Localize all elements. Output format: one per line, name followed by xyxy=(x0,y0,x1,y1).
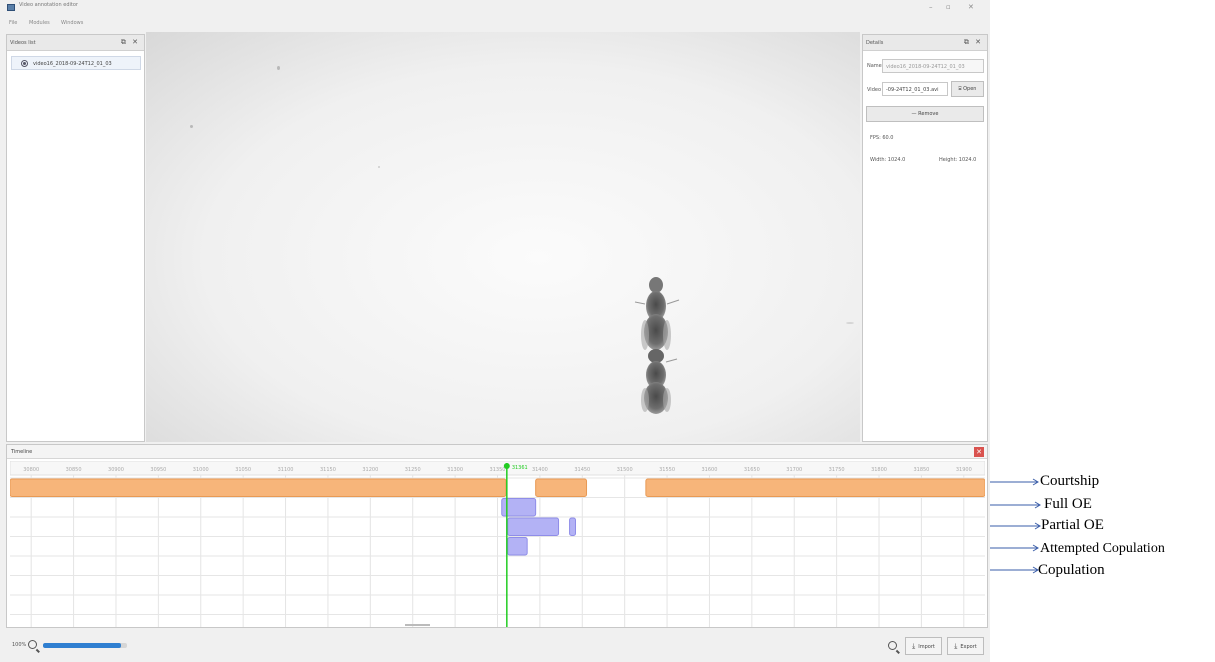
timeline-tick-label: 31500 xyxy=(617,467,633,473)
timeline-scroll-handle xyxy=(405,624,430,626)
zoom-slider-fill xyxy=(43,643,122,648)
timeline-panel: Timeline ✕ 30800 30850 30900 30950 31000 3105… xyxy=(6,444,988,628)
title-bar: Video annotation editor – ▫ ✕ xyxy=(0,0,990,15)
annotation-attempted-copulation: Attempted Copulation xyxy=(990,540,1215,560)
import-label: Import xyxy=(918,644,935,650)
width-value: Width: 1024.0 xyxy=(870,157,906,163)
remove-button[interactable]: — Remove xyxy=(866,106,984,122)
annotation-label: Partial OE xyxy=(1041,517,1104,533)
video-item-label: video16_2018-09-24T12_01_03 xyxy=(33,61,112,67)
timeline-tick-label: 31750 xyxy=(829,467,845,473)
timeline-tick-label: 31400 xyxy=(532,467,548,473)
timeline-canvas[interactable]: 30800 30850 30900 30950 31000 31050 31100 31150… xyxy=(9,460,986,627)
video-label: Video xyxy=(867,87,882,93)
timeline-tick-label: 30950 xyxy=(150,467,166,473)
import-button[interactable]: ⤓ Import xyxy=(905,637,942,655)
timeline-event-courtship xyxy=(645,478,986,497)
timeline-tick-label: 31800 xyxy=(871,467,887,473)
timeline-tick-label: 30800 xyxy=(23,467,39,473)
timeline-tick-label: 31300 xyxy=(447,467,463,473)
app-icon xyxy=(7,4,15,11)
export-label: Export xyxy=(960,644,977,650)
app-window: Video annotation editor – ▫ ✕ File Modul… xyxy=(0,0,990,662)
timeline-tick-label: 31250 xyxy=(405,467,421,473)
details-header: Details ⧉ ✕ xyxy=(863,35,987,51)
videos-list-panel: Videos list ⧉ ✕ video16_2018-09-24T12_01… xyxy=(6,34,145,442)
timeline-tick-label: 31200 xyxy=(362,467,378,473)
timeline-event-courtship xyxy=(535,478,588,497)
zoom-level: 100% xyxy=(12,642,27,648)
maximize-icon[interactable]: ▫ xyxy=(946,4,951,11)
timeline-tick-label: 30900 xyxy=(108,467,124,473)
timeline-current-frame: 31361 xyxy=(512,465,528,471)
timeline-tick-label: 31350 xyxy=(490,467,506,473)
search-icon[interactable] xyxy=(888,641,897,650)
annotation-label: Copulation xyxy=(1038,562,1105,578)
details-title: Details xyxy=(866,40,884,46)
export-icon: ⤓ xyxy=(954,642,958,650)
videos-list-title: Videos list xyxy=(10,40,36,46)
zoom-icon[interactable] xyxy=(28,640,37,649)
annotation-copulation: Copulation xyxy=(990,562,1215,582)
videos-list-header: Videos list ⧉ ✕ xyxy=(7,35,144,51)
timeline-tick-label: 30850 xyxy=(66,467,82,473)
timeline-body[interactable]: 30800 30850 30900 30950 31000 31050 31100 31150… xyxy=(9,460,986,627)
timeline-event-partial-oe xyxy=(569,517,577,536)
close-icon[interactable]: ✕ xyxy=(968,4,974,11)
zoom-slider[interactable] xyxy=(43,643,127,648)
annotation-courtship: Courtship xyxy=(990,474,1215,494)
annotation-arrow xyxy=(990,501,1041,509)
name-field[interactable]: video16_2018-09-24T12_01_03 xyxy=(882,59,984,73)
timeline-event-courtship xyxy=(9,478,507,497)
timeline-tick-label: 31700 xyxy=(786,467,802,473)
timeline-tick-label: 31100 xyxy=(278,467,294,473)
annotation-label: Courtship xyxy=(1040,473,1100,489)
fps-value: FPS: 60.0 xyxy=(870,135,894,141)
timeline-tick-label: 31000 xyxy=(193,467,209,473)
menu-file[interactable]: File xyxy=(9,20,17,26)
video-path-field[interactable]: -09-24T12_01_03.avi xyxy=(882,82,948,96)
details-panel: Details ⧉ ✕ Name video16_2018-09-24T12_0… xyxy=(862,34,988,442)
annotation-label: Full OE xyxy=(1044,496,1092,512)
menu-windows[interactable]: Windows xyxy=(61,20,83,26)
list-item[interactable]: video16_2018-09-24T12_01_03 xyxy=(11,56,141,70)
annotation-full-oe: Full OE xyxy=(990,497,1215,517)
open-button[interactable]: ⌸ Open xyxy=(951,81,984,97)
name-label: Name xyxy=(867,63,882,69)
timeline-tick-label: 31550 xyxy=(659,467,675,473)
timeline-playhead-handle xyxy=(503,463,510,469)
dock-close-icon[interactable]: ⧉ ✕ xyxy=(121,39,140,46)
timeline-tick-label: 31850 xyxy=(913,467,929,473)
timeline-event-partial-oe xyxy=(507,517,560,536)
import-icon: ⤓ xyxy=(912,642,916,650)
timeline-header: Timeline ✕ xyxy=(7,445,987,459)
timeline-tick-label: 31050 xyxy=(235,467,251,473)
timeline-title: Timeline xyxy=(11,449,33,455)
annotation-label: Attempted Copulation xyxy=(1040,541,1165,556)
minimize-icon[interactable]: – xyxy=(929,4,933,11)
menu-bar: File Modules Windows xyxy=(0,16,990,30)
close-icon[interactable]: ✕ xyxy=(974,447,984,457)
export-button[interactable]: ⤓ Export xyxy=(947,637,984,655)
window-title: Video annotation editor xyxy=(19,2,78,8)
menu-modules[interactable]: Modules xyxy=(29,20,50,26)
timeline-tick-label: 31450 xyxy=(574,467,590,473)
timeline-tick-label: 31600 xyxy=(702,467,718,473)
height-value: Height: 1024.0 xyxy=(939,157,977,163)
timeline-tick-label: 31900 xyxy=(956,467,972,473)
video-frame[interactable] xyxy=(146,32,860,442)
annotation-partial-oe: Partial OE xyxy=(990,518,1215,538)
timeline-event-attempted-copulation xyxy=(507,537,528,556)
dock-close-icon[interactable]: ⧉ ✕ xyxy=(964,39,983,46)
timeline-tick-label: 31150 xyxy=(320,467,336,473)
timeline-tick-label: 31650 xyxy=(744,467,760,473)
video-item-icon xyxy=(21,60,28,67)
bottom-toolbar: 100% ⤓ Import ⤓ Export xyxy=(6,630,988,658)
flies-image xyxy=(634,277,680,414)
